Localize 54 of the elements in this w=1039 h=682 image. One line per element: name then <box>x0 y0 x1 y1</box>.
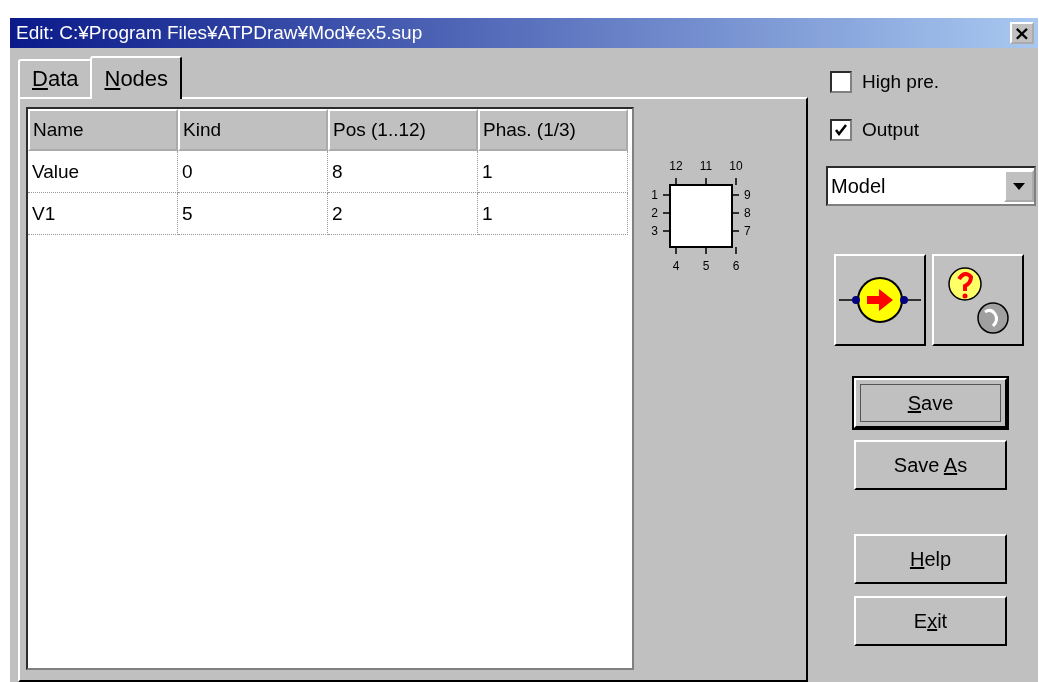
table-cell: 1 <box>478 193 628 235</box>
checkbox[interactable] <box>830 119 852 141</box>
column-header[interactable]: Pos (1..12) <box>328 109 478 151</box>
node-number: 7 <box>744 224 751 238</box>
pin-line <box>705 246 707 255</box>
column-header[interactable]: Name <box>28 109 178 151</box>
pin-line <box>731 194 740 196</box>
dialog-button[interactable]: Save As <box>854 440 1007 490</box>
column-header[interactable]: Phas. (1/3) <box>478 109 628 151</box>
check-icon <box>834 123 848 137</box>
table-cell: 2 <box>328 193 478 235</box>
pin-line <box>662 194 671 196</box>
pin-line <box>735 177 737 186</box>
node-number: 8 <box>744 206 751 220</box>
dialog-button[interactable]: Exit <box>854 596 1007 646</box>
dialog-button[interactable]: Save <box>854 378 1007 428</box>
checkbox-label: High pre. <box>862 71 940 93</box>
help-icon-button[interactable] <box>932 254 1024 346</box>
dropdown-arrow-icon <box>1013 182 1025 190</box>
tab[interactable]: Nodes <box>90 56 183 99</box>
tab[interactable]: Data <box>18 59 93 97</box>
table-cell: 8 <box>328 151 478 193</box>
model-dropdown[interactable]: Model <box>826 166 1036 206</box>
pin-line <box>662 212 671 214</box>
table-cell: V1 <box>28 193 178 235</box>
node-number: 1 <box>651 188 658 202</box>
node-number: 11 <box>699 159 713 173</box>
node-number: 5 <box>702 259 710 273</box>
dialog-button[interactable]: Help <box>854 534 1007 584</box>
table-cell: Value <box>28 151 178 193</box>
checkbox-label: Output <box>862 119 920 141</box>
pin-line <box>735 246 737 255</box>
node-number: 4 <box>672 259 680 273</box>
node-number: 3 <box>651 224 658 238</box>
node-number: 9 <box>744 188 751 202</box>
node-number: 12 <box>669 159 683 173</box>
pin-line <box>731 230 740 232</box>
table-cell: 1 <box>478 151 628 193</box>
pin-line <box>705 177 707 186</box>
window-title: Edit: C:¥Program Files¥ATPDraw¥Mod¥ex5.sup <box>16 22 423 44</box>
node-number: 10 <box>729 159 743 173</box>
table-cell: 5 <box>178 193 328 235</box>
node-number: 2 <box>651 206 658 220</box>
pin-line <box>662 230 671 232</box>
node-number: 6 <box>732 259 740 273</box>
column-header[interactable]: Kind <box>178 109 328 151</box>
node-box <box>669 184 733 248</box>
pin-line <box>675 246 677 255</box>
pin-line <box>675 177 677 186</box>
checkbox[interactable] <box>830 71 852 93</box>
close-button[interactable]: × <box>1010 22 1034 44</box>
pin-line <box>731 212 740 214</box>
model-button[interactable] <box>834 254 926 346</box>
table-cell: 0 <box>178 151 328 193</box>
